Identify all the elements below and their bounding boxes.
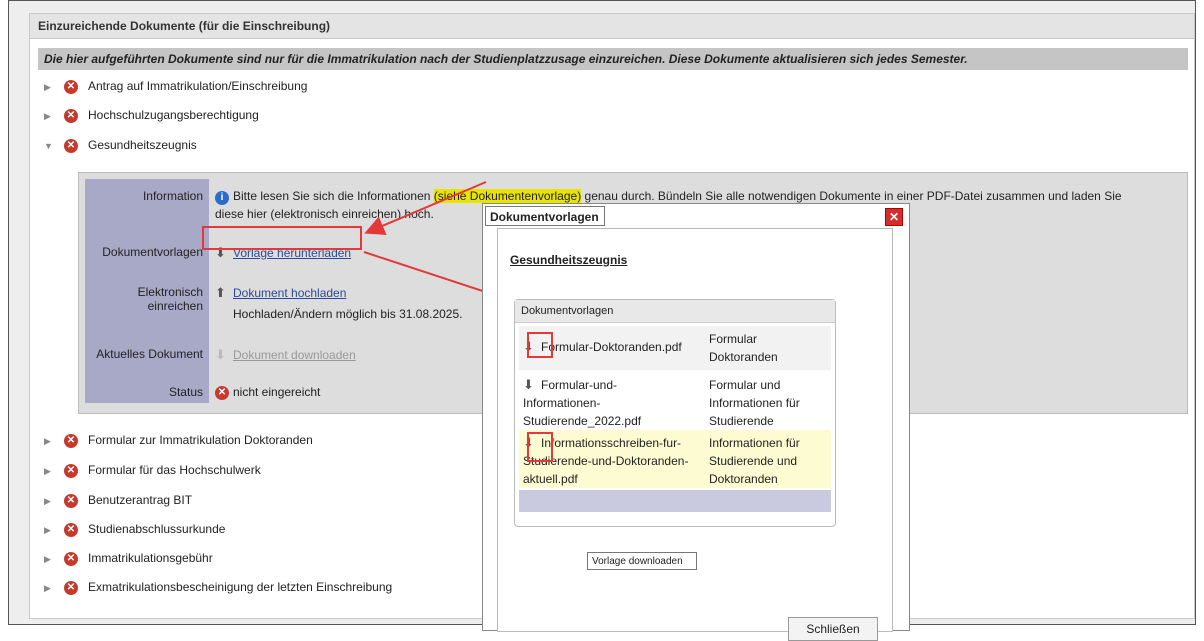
annotation-highlight-box [527, 432, 553, 462]
templates-dialog: Dokumentvorlagen ✕ Gesundheitszeugnis Do… [482, 203, 910, 641]
file-cell: ⬇ Formular-und-Informationen-Studierende_… [523, 376, 642, 428]
download-tray-icon[interactable]: ⬇ [523, 376, 537, 394]
arrow-to-template-link [364, 181, 487, 235]
annotation-highlight-box [527, 332, 553, 358]
desc-cell: Formular und Informationen für Studieren… [709, 378, 800, 428]
table-footer [519, 490, 831, 512]
table-row: ⬇ Informationsschreiben-fur-Studierende-u… [519, 430, 831, 488]
dialog-body: Gesundheitszeugnis Dokumentvorlagen ⬇ For… [497, 228, 893, 641]
table-row: ⬇ Formular-und-Informationen-Studierende_… [519, 372, 831, 428]
close-button[interactable]: Schließen [788, 617, 878, 641]
table-title: Dokumentvorlagen [515, 300, 835, 323]
templates-table: Dokumentvorlagen ⬇ Formular-Doktoranden.p… [514, 299, 836, 570]
table-row: ⬇ Formular-Doktoranden.pdf Formular Dokto… [519, 326, 831, 370]
dialog-heading: Gesundheitszeugnis [510, 253, 628, 267]
desc-cell: Formular Doktoranden [709, 332, 778, 364]
close-icon[interactable]: ✕ [885, 208, 903, 226]
desc-cell: Informationen für Studierende und Doktor… [709, 436, 800, 486]
dialog-title: Dokumentvorlagen [485, 206, 605, 226]
tooltip: Vorlage downloaden [587, 552, 697, 570]
